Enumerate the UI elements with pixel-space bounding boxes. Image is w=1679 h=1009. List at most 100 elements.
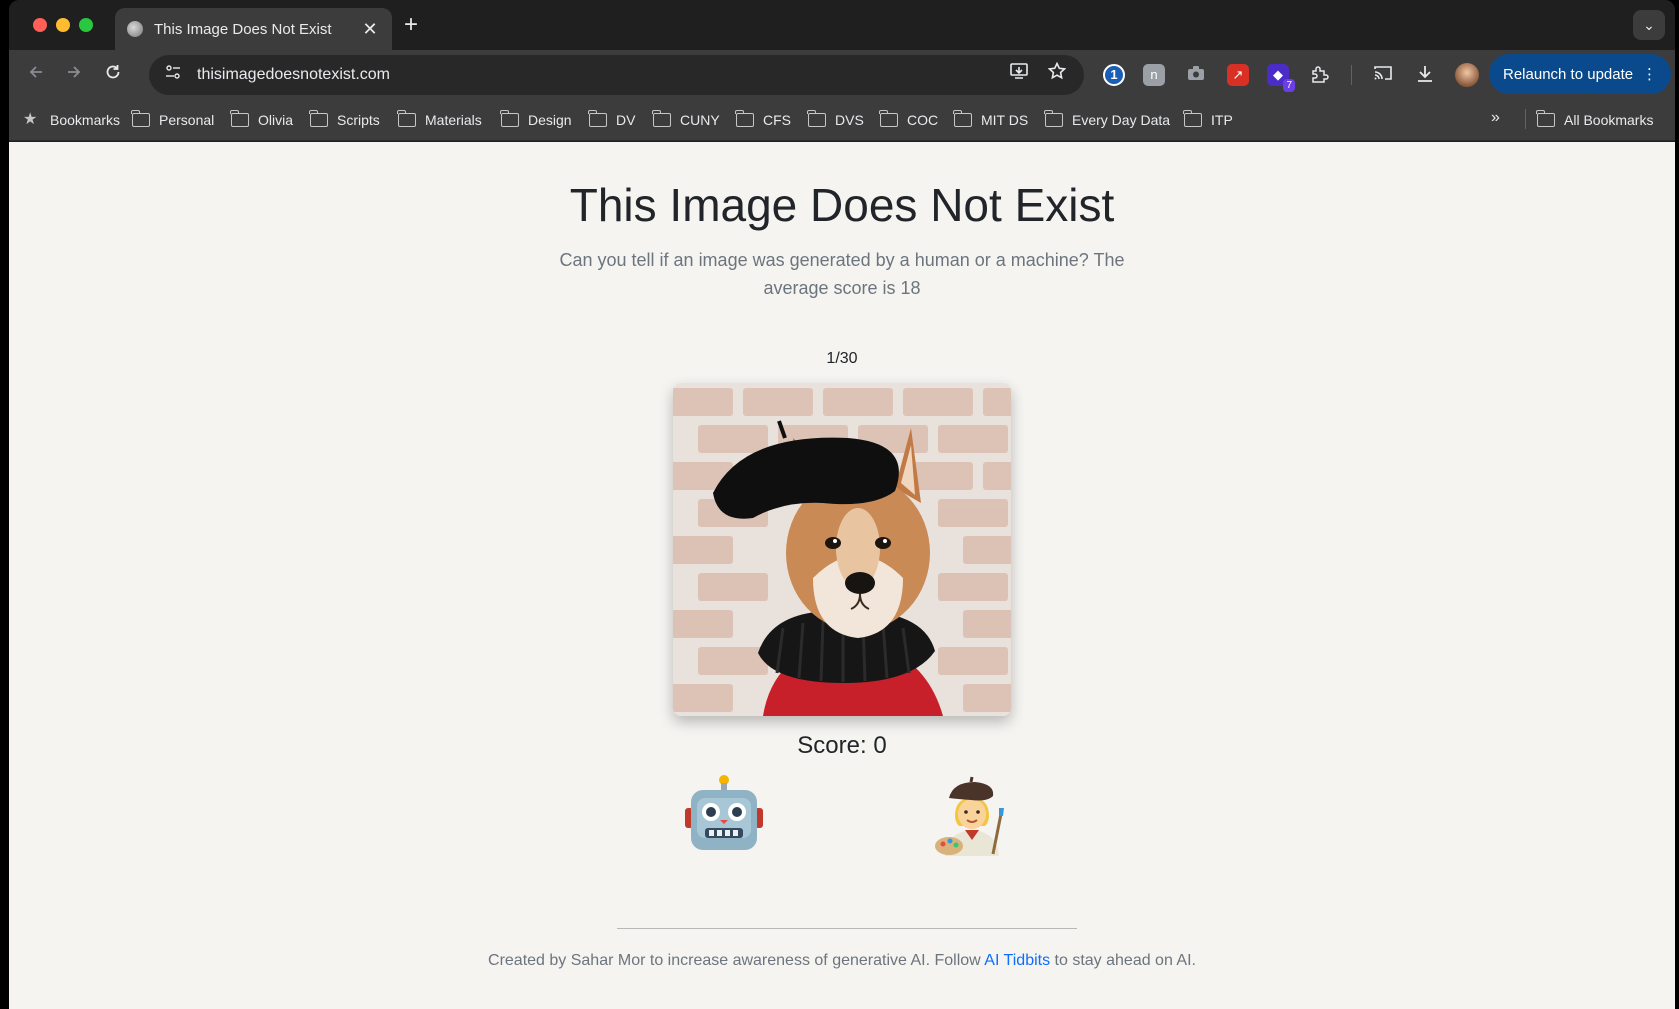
extensions-puzzle-icon[interactable] [1309,64,1331,86]
question-counter: 1/30 [826,350,858,367]
bookmark-label: ITP [1211,112,1233,128]
zoom-window-button[interactable] [79,18,93,32]
folder-icon [735,110,754,127]
folder-icon [397,110,416,127]
folder-icon [500,110,519,127]
folder-icon [309,110,328,127]
artist-icon [935,776,1004,856]
bookmark-label: CFS [763,112,791,128]
bookmark-item[interactable]: Olivia [230,109,294,131]
bookmark-item[interactable]: CUNY [652,109,720,131]
bookmark-item[interactable]: ★ Bookmarks [23,109,120,131]
tab-search-button[interactable]: ⌄ [1633,10,1665,40]
browser-window: This Image Does Not Exist ✕ + ⌄ thisimag… [9,0,1675,1009]
tab-active[interactable]: This Image Does Not Exist ✕ [115,8,392,50]
bookmark-label: MIT DS [981,112,1029,128]
camera-icon[interactable] [1185,64,1207,86]
all-bookmarks-button[interactable]: All Bookmarks [1536,109,1654,131]
quiz-image [673,383,1011,716]
more-menu-icon[interactable]: ⋮ [1642,65,1657,83]
extension-badge: 7 [1283,79,1295,92]
folder-icon [131,110,150,127]
footer-text-before: Created by Sahar Mor to increase awarene… [488,952,985,969]
arrow-right-icon [68,66,81,78]
bookmark-item[interactable]: Scripts [309,109,380,131]
bookmark-item[interactable]: Materials [397,109,482,131]
url-text[interactable]: thisimagedoesnotexist.com [197,66,996,84]
toolbar-separator [1351,65,1352,85]
close-window-button[interactable] [33,18,47,32]
human-choice-button[interactable] [931,774,1013,856]
password-manager-icon[interactable]: 1 [1103,64,1125,86]
bookmark-item[interactable]: COC [879,109,939,131]
bookmarks-bar: » All Bookmarks ★ Bookmarks Personal Olivia… [9,99,1675,141]
relaunch-button[interactable]: Relaunch to update ⋮ [1489,54,1671,94]
robot-icon [685,775,763,850]
site-settings-icon[interactable] [161,63,185,87]
bookmark-label: Every Day Data [1072,112,1171,128]
page-content: This Image Does Not Exist Can you tell i… [9,142,1675,1009]
all-bookmarks-label: All Bookmarks [1564,112,1654,128]
page-subtitle: Can you tell if an image was generated b… [559,250,1125,298]
bookmark-item[interactable]: DV [588,109,636,131]
bookmark-label: Personal [159,112,215,128]
ai-tidbits-link[interactable]: AI Tidbits [984,952,1050,969]
folder-icon [953,110,972,127]
site-favicon-icon [127,21,143,37]
folder-icon [879,110,898,127]
bookmark-label: DVS [835,112,864,128]
score-display: Score: 0 [797,732,887,759]
new-tab-button[interactable]: + [397,12,425,40]
bookmarks-overflow-icon[interactable]: » [1491,109,1500,127]
folder-icon [652,110,671,127]
star-icon: ★ [23,111,38,128]
page-title: This Image Does Not Exist [569,179,1115,231]
extension-purple-icon[interactable]: ◆ 7 [1267,64,1295,92]
minimize-window-button[interactable] [56,18,70,32]
reload-icon [106,65,120,79]
folder-icon [1044,110,1063,127]
install-app-icon[interactable] [1004,60,1034,90]
bookmark-item[interactable]: ITP [1183,109,1233,131]
bookmark-item[interactable]: Design [500,109,572,131]
bookmarks-separator [1525,109,1526,129]
bookmark-star-icon[interactable] [1042,60,1072,90]
bookmark-label: DV [616,112,636,128]
bookmark-label: Design [528,112,572,128]
reload-button[interactable] [100,62,126,88]
arrow-left-icon [29,66,42,78]
download-icon[interactable] [1414,64,1436,86]
bookmark-item[interactable]: DVS [807,109,864,131]
bookmark-label: Olivia [258,112,294,128]
dog-in-beret-image [673,383,1011,716]
address-bar[interactable]: thisimagedoesnotexist.com [149,55,1084,95]
extension-n-icon[interactable]: n [1143,64,1165,86]
browser-toolbar: thisimagedoesnotexist.com 1 n ↗ ◆ 7 Relau… [9,50,1675,99]
arrow-extension-icon[interactable]: ↗ [1227,64,1249,86]
cast-icon[interactable] [1372,64,1394,86]
bookmark-label: COC [907,112,939,128]
footer-text: Created by Sahar Mor to increase awarene… [9,952,1675,970]
tab-close-icon[interactable]: ✕ [360,19,380,40]
folder-icon [588,110,607,127]
bookmark-label: Scripts [337,112,380,128]
folder-icon [1536,110,1555,127]
bookmark-label: CUNY [680,112,720,128]
folder-icon [807,110,826,127]
forward-button[interactable] [61,62,87,88]
machine-choice-button[interactable] [683,774,765,856]
tab-strip: This Image Does Not Exist ✕ + ⌄ [9,0,1675,50]
bookmark-item[interactable]: CFS [735,109,791,131]
relaunch-label: Relaunch to update [1503,65,1634,83]
bookmark-item[interactable]: Every Day Data [1044,109,1171,131]
back-button[interactable] [23,62,49,88]
footer-text-after: to stay ahead on AI. [1050,952,1196,969]
folder-icon [230,110,249,127]
bookmark-item[interactable]: MIT DS [953,109,1029,131]
folder-icon [1183,110,1202,127]
tab-title: This Image Does Not Exist [154,20,332,38]
bookmark-label: Materials [425,112,482,128]
profile-avatar[interactable] [1455,63,1479,87]
footer-divider [617,928,1077,929]
bookmark-item[interactable]: Personal [131,109,215,131]
